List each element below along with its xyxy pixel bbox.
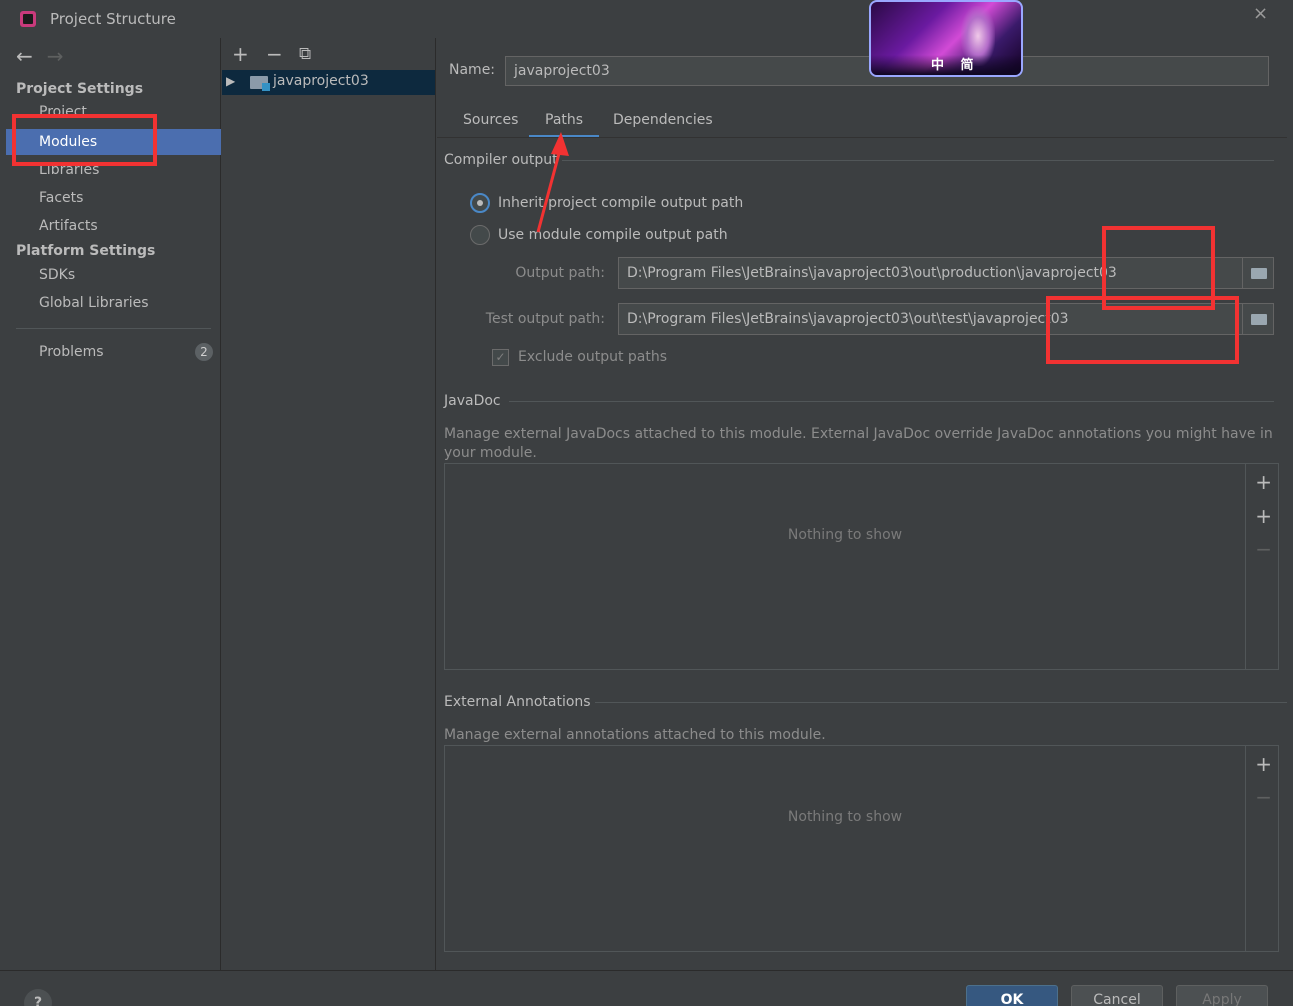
annotation-arrow-head — [551, 132, 569, 156]
thumbnail-caption: 中 简 — [931, 58, 980, 73]
annotation-arrow-line — [536, 145, 563, 233]
annotation-arrow — [536, 132, 569, 233]
